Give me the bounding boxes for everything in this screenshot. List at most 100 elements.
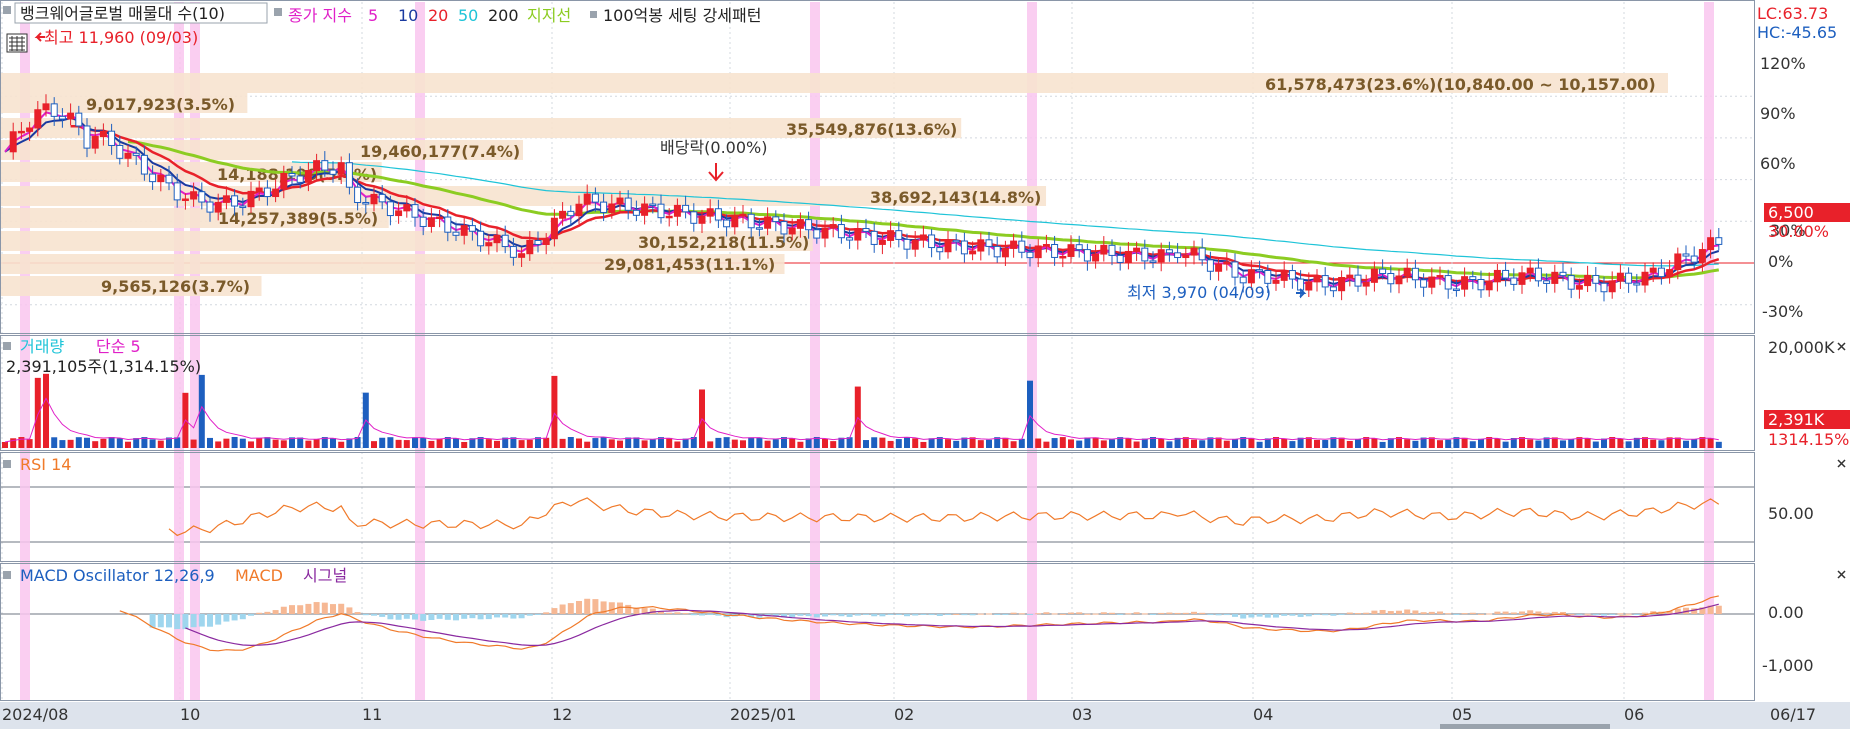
macd-osc-bar <box>1502 611 1509 614</box>
volume-bar <box>1584 437 1591 448</box>
candle-body <box>1543 280 1551 284</box>
macd-osc-bar <box>1633 614 1640 615</box>
ma-period-50: 50 <box>458 6 478 25</box>
volume-bar <box>1592 441 1599 448</box>
candle-body <box>1141 247 1149 262</box>
candle-body <box>17 130 25 134</box>
macd-osc-bar <box>305 603 312 614</box>
candle-body <box>378 193 386 203</box>
candle-body <box>813 229 821 239</box>
macd-osc-bar <box>1609 614 1616 615</box>
macd-osc-bar <box>994 614 1001 615</box>
volume-bar <box>67 439 74 448</box>
candle-body <box>198 191 206 203</box>
stock-chart[interactable]: 61,578,473(23.6%)(10,840.00 ~ 10,157.00)… <box>0 0 1850 729</box>
macd-osc-bar <box>1453 614 1460 615</box>
volume-bar <box>272 439 279 448</box>
candle-body <box>485 242 493 247</box>
candle-body <box>1666 269 1674 278</box>
candle-body <box>649 203 657 207</box>
candle-body <box>1108 244 1116 256</box>
candle-body <box>1223 261 1231 265</box>
ma-period-200: 200 <box>488 6 519 25</box>
candle-body <box>9 131 17 153</box>
macd-osc-bar <box>879 614 886 617</box>
volume-bar <box>1650 439 1657 448</box>
macd-osc-bar <box>1264 614 1271 618</box>
volume-bar <box>1289 441 1296 448</box>
macd-osc-bar <box>223 614 230 622</box>
volume-bar <box>485 439 492 448</box>
candle-body <box>58 115 66 120</box>
macd-osc-bar <box>535 614 541 615</box>
macd-osc-bar <box>707 614 714 615</box>
volume-bar <box>125 441 131 448</box>
volume-bar <box>1535 440 1542 448</box>
grid-toggle-icon[interactable] <box>6 33 28 53</box>
candle-body <box>468 225 476 232</box>
volume-bar <box>1502 441 1509 448</box>
x-axis-label: 05 <box>1452 705 1472 724</box>
volume-bar <box>116 438 123 448</box>
volume-bar <box>494 440 500 448</box>
macd-osc-bar <box>1412 610 1419 614</box>
candle-body <box>780 221 788 235</box>
candle-body <box>1059 255 1067 259</box>
volume-bar <box>1355 439 1361 448</box>
volume-bar <box>1658 440 1665 448</box>
candle-body <box>1633 282 1641 286</box>
dividend-label: 배당락(0.00%) <box>660 138 767 157</box>
volume-bar <box>26 439 33 448</box>
candle-body <box>919 234 927 241</box>
candle-body <box>755 227 763 230</box>
x-axis-label: 2024/08 <box>2 705 68 724</box>
candle-body <box>173 182 181 201</box>
candle-body <box>1092 253 1100 262</box>
volume-bar <box>1100 440 1107 448</box>
candle-body <box>583 193 591 205</box>
macd-title: MACD <box>235 566 283 585</box>
candle-body <box>1420 279 1428 288</box>
candle-body <box>1034 245 1042 259</box>
macd-osc-bar <box>1068 612 1074 614</box>
candle-body <box>1067 244 1075 257</box>
candle-body <box>550 217 558 240</box>
macd-osc-bar <box>1002 614 1009 615</box>
macd-osc-bar <box>986 613 992 615</box>
macd-osc-bar <box>1248 614 1255 618</box>
volume-info: 2,391,105주(1,314.15%) <box>6 357 201 376</box>
candle-body <box>321 160 329 171</box>
volume-bar <box>1437 440 1443 448</box>
macd-osc-bar <box>1625 613 1632 615</box>
volume-bar <box>576 438 582 448</box>
candle-body <box>944 239 952 253</box>
macd-osc-bar <box>354 612 361 614</box>
macd-osc-bar <box>1486 613 1493 615</box>
volume-bar <box>1223 440 1230 448</box>
candle-body <box>1305 281 1313 291</box>
candle-body <box>1485 281 1493 291</box>
candle-body <box>632 209 640 216</box>
volume-profile-label: 14,257,389(5.5%) <box>218 209 378 228</box>
volume-bar <box>1141 438 1148 448</box>
volume-bar <box>256 437 263 448</box>
macd-osc-bar <box>936 614 943 616</box>
volume-bar <box>1018 438 1025 448</box>
macd-osc-bar <box>1100 612 1107 614</box>
macd-osc-bar <box>182 614 189 630</box>
volume-bar <box>969 437 976 448</box>
volume-bar <box>1035 438 1042 448</box>
candle-body <box>788 227 796 235</box>
x-axis-label: 10 <box>180 705 200 724</box>
volume-bar <box>1256 441 1263 448</box>
candle-body <box>714 208 722 221</box>
macd-marker-icon <box>3 571 11 579</box>
macd-osc-bar <box>313 602 320 614</box>
candle-body <box>1674 253 1682 271</box>
scrollbar-thumb[interactable] <box>1440 724 1610 729</box>
candle-body <box>723 219 731 228</box>
candle-body <box>1354 274 1362 287</box>
macd-osc-bar <box>1199 612 1206 614</box>
volume-bar <box>1051 438 1058 448</box>
volume-bar <box>280 440 287 448</box>
